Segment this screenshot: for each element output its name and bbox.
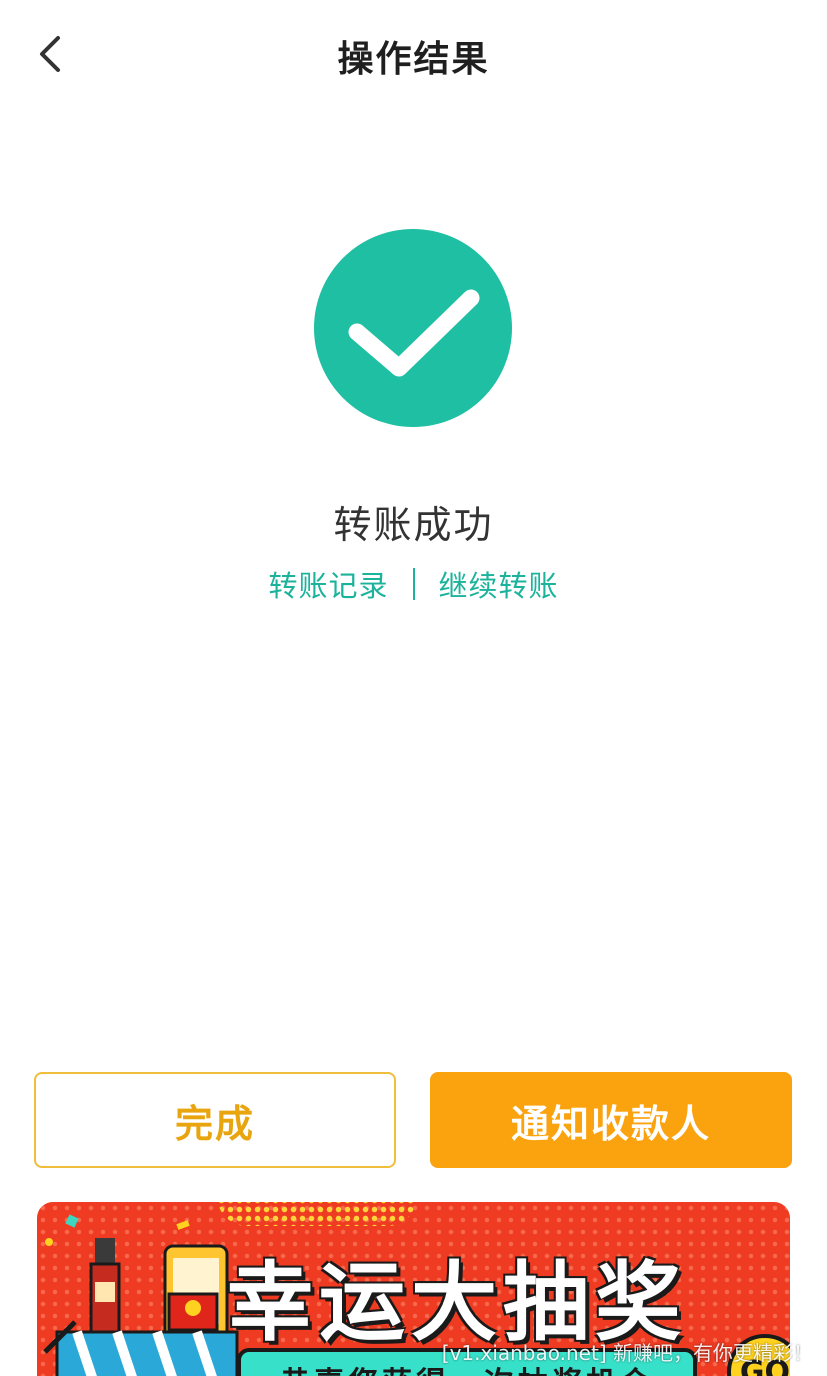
notify-payee-button[interactable]: 通知收款人 (430, 1072, 792, 1168)
nav-bar: 操作结果 (0, 0, 827, 108)
check-circle-icon (314, 229, 512, 427)
continue-transfer-link[interactable]: 继续转账 (439, 563, 559, 605)
result-links: 转账记录 继续转账 (0, 562, 827, 606)
watermark-text: [v1.xianbao.net] 新赚吧，有你更精彩！ (441, 1341, 813, 1365)
done-button[interactable]: 完成 (34, 1072, 396, 1168)
link-separator (412, 568, 415, 600)
transfer-records-link[interactable]: 转账记录 (268, 563, 388, 605)
result-title: 转账成功 (333, 503, 494, 547)
transfer-result-page: 操作结果 转账成功 转账记录 继续转账 完成 通知收款人 幸运大抽奖 GO [v… (0, 0, 827, 1376)
page-title: 操作结果 (337, 39, 490, 80)
